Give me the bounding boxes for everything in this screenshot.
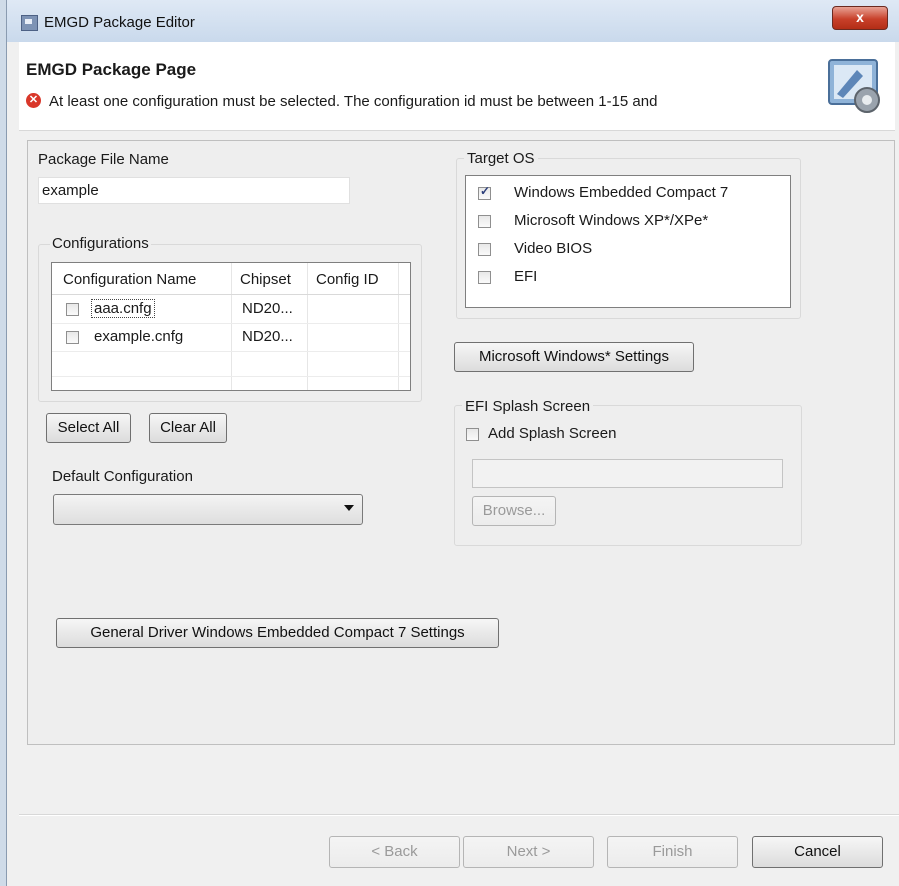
back-button: < Back [329,836,460,868]
config-name-cell: example.cnfg [94,328,184,345]
select-all-button[interactable]: Select All [46,413,131,443]
default-configuration-dropdown[interactable] [53,494,363,525]
target-os-option-label: Video BIOS [514,240,593,257]
app-icon [21,15,38,31]
chipset-cell: ND20... [242,300,293,317]
add-splash-screen-label: Add Splash Screen [488,425,617,442]
wizard-gear-icon [828,59,880,113]
next-button: Next > [463,836,594,868]
microsoft-windows-settings-button[interactable]: Microsoft Windows* Settings [454,342,694,372]
video-bios-checkbox[interactable] [478,243,491,256]
window-title: EMGD Package Editor [44,14,195,31]
row-checkbox[interactable] [66,331,79,344]
windows-xp-checkbox[interactable] [478,215,491,228]
column-header-chipset[interactable]: Chipset [240,271,291,288]
windows-embedded-checkbox[interactable] [478,184,491,200]
chevron-down-icon [344,505,354,511]
chipset-cell: ND20... [242,328,293,345]
row-checkbox[interactable] [66,303,79,316]
title-bar: EMGD Package Editor x [7,0,899,42]
error-message: At least one configuration must be selec… [49,93,658,110]
close-button[interactable]: x [832,6,888,30]
column-header-config-id[interactable]: Config ID [316,271,379,288]
target-os-option-label: Windows Embedded Compact 7 [514,184,729,201]
page-title: EMGD Package Page [26,60,197,79]
package-file-name-label: Package File Name [38,151,169,168]
clear-all-button[interactable]: Clear All [149,413,227,443]
add-splash-screen-checkbox[interactable] [466,428,479,441]
target-os-list[interactable]: Windows Embedded Compact 7 Microsoft Win… [465,175,791,308]
efi-checkbox[interactable] [478,271,491,284]
target-os-label: Target OS [464,150,538,167]
general-driver-settings-button[interactable]: General Driver Windows Embedded Compact … [56,618,499,648]
package-editor-window: EMGD Package Editor x EMGD Package Page … [6,0,899,886]
cancel-button[interactable]: Cancel [752,836,883,868]
column-header-configuration-name[interactable]: Configuration Name [63,271,196,288]
efi-splash-screen-label: EFI Splash Screen [462,398,594,415]
content-panel: Package File Name example Configurations… [27,140,895,745]
splash-screen-path-input [472,459,783,488]
wizard-header: EMGD Package Page ✕ At least one configu… [19,42,895,131]
target-os-option-label: Microsoft Windows XP*/XPe* [514,212,709,229]
error-icon: ✕ [26,93,41,108]
config-name-cell: aaa.cnfg [91,299,155,318]
configurations-table[interactable]: Configuration Name Chipset Config ID aaa… [51,262,411,391]
finish-button: Finish [607,836,738,868]
default-configuration-label: Default Configuration [52,468,193,485]
browse-button: Browse... [472,496,556,526]
target-os-option-label: EFI [514,268,538,285]
configurations-group-label: Configurations [50,235,151,252]
package-file-name-input[interactable]: example [38,177,350,204]
